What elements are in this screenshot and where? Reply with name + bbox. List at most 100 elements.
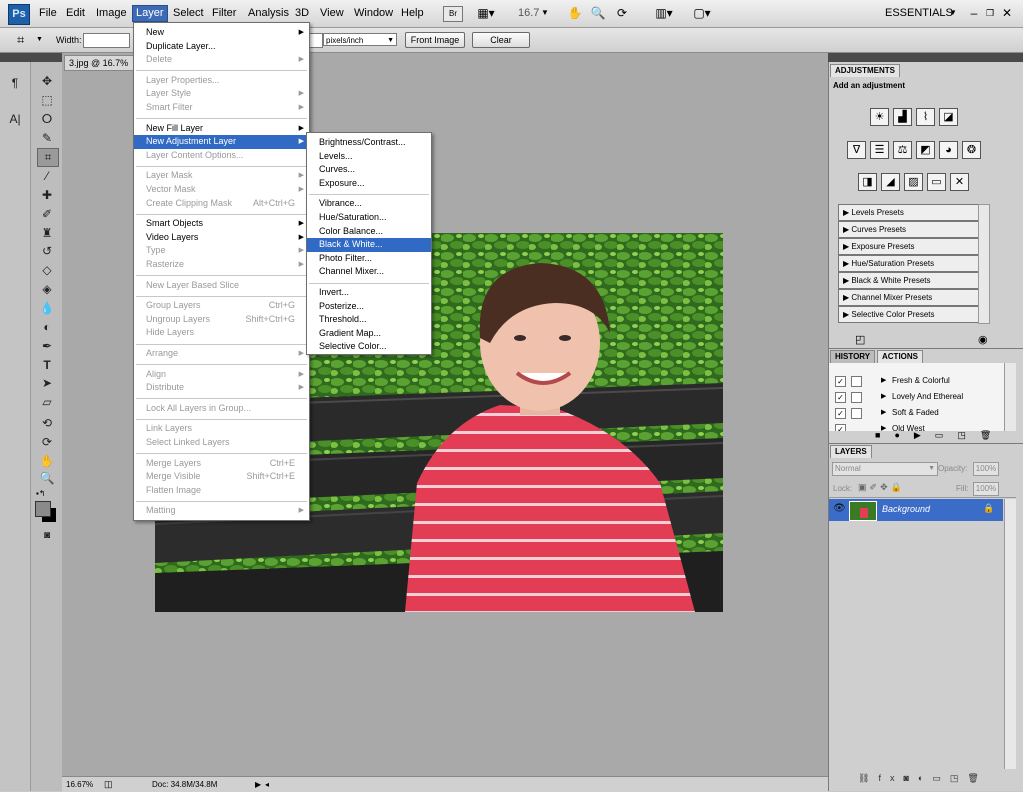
dialog-toggle[interactable] (851, 376, 862, 387)
channel-mixer-icon[interactable]: ❂ (962, 141, 981, 159)
menu-item-duplicate-layer[interactable]: Duplicate Layer... (134, 40, 309, 54)
paragraph-panel-icon[interactable]: ¶ (5, 75, 25, 92)
dialog-toggle[interactable] (851, 408, 862, 419)
front-image-button[interactable]: Front Image (405, 32, 465, 48)
submenu-item-hue-saturation[interactable]: Hue/Saturation... (307, 211, 431, 225)
menu-item-type[interactable]: Type ▶ (134, 244, 309, 258)
return-to-list-icon[interactable]: ◰ (855, 333, 865, 346)
menu-item-select-linked-layers[interactable]: Select Linked Layers (134, 436, 309, 450)
3d-rotate-tool-icon[interactable]: ⟲ (37, 415, 57, 432)
blend-mode-select[interactable]: Normal ▼ (832, 462, 938, 476)
lock-all-icon[interactable]: 🔒 (891, 482, 905, 492)
menu-item-new[interactable]: New ▶ (134, 26, 309, 40)
menu-item-new-adjustment-layer[interactable]: New Adjustment Layer ▶ (134, 135, 309, 149)
lasso-tool-icon[interactable]: ⵔ (37, 111, 57, 128)
status-zoom[interactable]: 16.67% (66, 777, 93, 792)
3d-orbit-tool-icon[interactable]: ⟳ (37, 434, 57, 451)
status-icon[interactable]: ◫ (104, 777, 113, 792)
preset-hue-saturation[interactable]: ▶ Hue/Saturation Presets (838, 255, 982, 272)
submenu-item-invert[interactable]: Invert... (307, 286, 431, 300)
tab-history[interactable]: HISTORY (830, 350, 876, 364)
photo-filter-icon[interactable]: ◕ (939, 141, 958, 159)
view-extras-icon[interactable]: ▦▾ (472, 5, 500, 21)
submenu-item-color-balance[interactable]: Color Balance... (307, 225, 431, 239)
status-menu-arrow-icon[interactable]: ▶ (255, 777, 261, 792)
add-mask-icon[interactable]: ◙ (903, 773, 917, 783)
menu-item-matting[interactable]: Matting ▶ (134, 504, 309, 518)
menu-item-smart-objects[interactable]: Smart Objects ▶ (134, 217, 309, 231)
posterize-icon[interactable]: ◢ (881, 173, 900, 191)
submenu-item-posterize[interactable]: Posterize... (307, 300, 431, 314)
new-set-icon[interactable]: ▭ (935, 430, 958, 440)
crop-tool-icon[interactable]: ⌗ (37, 148, 59, 167)
invert-icon[interactable]: ◨ (858, 173, 877, 191)
menu-item-create-clipping-mask[interactable]: Create Clipping Mask Alt+Ctrl+G (134, 197, 309, 211)
screen-mode-icon[interactable]: ▢▾ (688, 5, 716, 21)
delete-layer-icon[interactable]: 🗑 (967, 773, 987, 783)
expand-arrow-icon[interactable]: ▶ (881, 373, 886, 388)
expand-arrow-icon[interactable]: ▶ (881, 405, 886, 420)
hand-tool-icon[interactable]: ✋ (37, 453, 57, 470)
chevron-down-icon[interactable]: ▼ (948, 5, 958, 21)
preset-selective-color[interactable]: ▶ Selective Color Presets (838, 306, 982, 323)
clear-button[interactable]: Clear (472, 32, 530, 48)
opacity-input[interactable]: 100% (973, 462, 999, 476)
action-checkbox[interactable]: ✓ (835, 408, 846, 419)
selective-color-icon[interactable]: ✕ (950, 173, 969, 191)
history-brush-tool-icon[interactable]: ↺ (37, 243, 57, 260)
menu-item-align[interactable]: Align ▶ (134, 368, 309, 382)
minimize-icon[interactable]: – (968, 5, 980, 21)
action-row[interactable]: ✓ ▶ Soft & Faded (829, 405, 1006, 420)
lock-position-icon[interactable]: ✥ (880, 482, 891, 492)
submenu-item-levels[interactable]: Levels... (307, 150, 431, 164)
menu-item-new-layer-based-slice[interactable]: New Layer Based Slice (134, 279, 309, 293)
menu-item-merge-layers[interactable]: Merge Layers Ctrl+E (134, 457, 309, 471)
action-row[interactable]: ✓ ▶ Lovely And Ethereal (829, 389, 1006, 404)
black-white-icon[interactable]: ◩ (916, 141, 935, 159)
action-checkbox[interactable]: ✓ (835, 424, 846, 431)
submenu-item-channel-mixer[interactable]: Channel Mixer... (307, 265, 431, 279)
submenu-item-vibrance[interactable]: Vibrance... (307, 197, 431, 211)
eraser-tool-icon[interactable]: ◇ (37, 262, 57, 279)
delete-icon[interactable]: 🗑 (980, 430, 1005, 440)
expand-arrow-icon[interactable]: ▶ (881, 389, 886, 404)
layers-scrollbar[interactable] (1004, 499, 1016, 769)
menu-item-delete[interactable]: Delete ▶ (134, 53, 309, 67)
width-input[interactable] (83, 33, 130, 48)
quick-mask-icon[interactable]: ◙ (37, 527, 57, 544)
dodge-tool-icon[interactable]: ◐ (37, 319, 57, 336)
foreground-color-swatch[interactable] (35, 501, 51, 517)
layer-row-background[interactable]: 👁 Background 🔒 (829, 499, 1003, 521)
preset-black-white[interactable]: ▶ Black & White Presets (838, 272, 982, 289)
menu-item-vector-mask[interactable]: Vector Mask ▶ (134, 183, 309, 197)
menu-file[interactable]: File (36, 6, 60, 21)
arrange-documents-icon[interactable]: ▥▾ (650, 5, 678, 21)
submenu-item-gradient-map[interactable]: Gradient Map... (307, 327, 431, 341)
quick-selection-tool-icon[interactable]: ✎ (37, 130, 57, 147)
preset-levels[interactable]: ▶ Levels Presets (838, 204, 982, 221)
type-tool-icon[interactable]: T (37, 357, 57, 374)
chevron-down-icon[interactable]: ▼ (36, 36, 43, 43)
zoom-level[interactable]: 16.7 (515, 6, 542, 21)
menu-item-new-fill-layer[interactable]: New Fill Layer ▶ (134, 122, 309, 136)
shape-tool-icon[interactable]: ▱ (37, 394, 57, 411)
menu-item-ungroup-layers[interactable]: Ungroup Layers Shift+Ctrl+G (134, 313, 309, 327)
record-icon[interactable]: ● (894, 430, 913, 440)
character-panel-icon[interactable]: A| (5, 111, 25, 128)
clip-to-layer-icon[interactable]: ◉ (978, 333, 988, 346)
new-action-icon[interactable]: ◳ (957, 430, 980, 440)
layer-name[interactable]: Background (882, 504, 930, 514)
menu-filter[interactable]: Filter (209, 6, 239, 21)
menu-help[interactable]: Help (398, 6, 427, 21)
hand-tool-icon[interactable]: ✋ (567, 5, 583, 21)
menu-item-distribute[interactable]: Distribute ▶ (134, 381, 309, 395)
exposure-icon[interactable]: ◪ (939, 108, 958, 126)
brush-tool-icon[interactable]: ✐ (37, 206, 57, 223)
menu-item-group-layers[interactable]: Group Layers Ctrl+G (134, 299, 309, 313)
restore-icon[interactable]: ❐ (984, 5, 996, 21)
rotate-view-icon[interactable]: ⟳ (614, 5, 630, 21)
tab-layers[interactable]: LAYERS (830, 445, 872, 458)
menu-item-merge-visible[interactable]: Merge Visible Shift+Ctrl+E (134, 470, 309, 484)
menu-item-rasterize[interactable]: Rasterize ▶ (134, 258, 309, 272)
hue-saturation-icon[interactable]: ☰ (870, 141, 889, 159)
